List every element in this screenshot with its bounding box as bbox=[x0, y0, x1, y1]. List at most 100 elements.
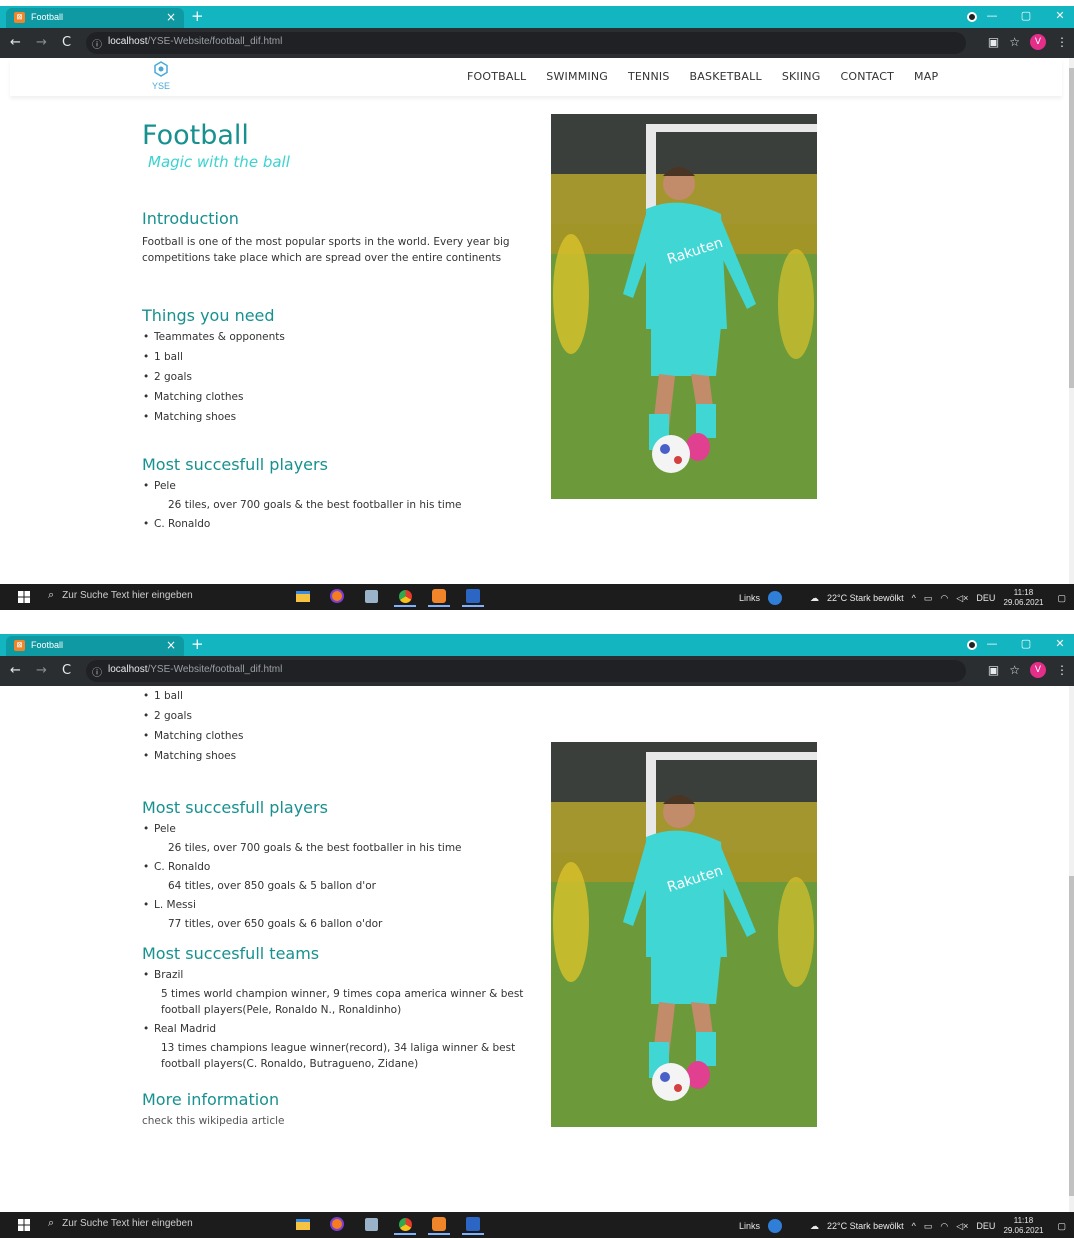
profile-avatar[interactable]: V bbox=[1030, 662, 1046, 678]
help-icon[interactable] bbox=[767, 1219, 782, 1233]
bookmark-star-icon[interactable]: ☆ bbox=[1009, 663, 1020, 677]
language-indicator[interactable]: DEU bbox=[976, 1221, 995, 1231]
translate-icon[interactable]: ▣ bbox=[988, 35, 999, 49]
chevron-up-icon[interactable]: ^ bbox=[912, 1221, 916, 1231]
bookmark-star-icon[interactable]: ☆ bbox=[1009, 35, 1020, 49]
xampp-icon[interactable] bbox=[428, 1215, 450, 1235]
scrollbar-thumb[interactable] bbox=[1069, 68, 1074, 388]
tab-football[interactable]: ⊠ Football × bbox=[6, 8, 184, 28]
menu-icon[interactable]: ⋮ bbox=[1056, 663, 1068, 677]
taskbar-search[interactable]: ⌕ Zur Suche Text hier eingeben bbox=[48, 588, 193, 602]
new-tab-icon[interactable]: + bbox=[191, 7, 204, 25]
list-item: 2 goals bbox=[142, 371, 542, 383]
help-icon[interactable] bbox=[767, 591, 782, 605]
nav-contact[interactable]: CONTACT bbox=[840, 70, 894, 83]
nav-football[interactable]: FOOTBALL bbox=[467, 70, 526, 83]
nav-map[interactable]: MAP bbox=[914, 70, 938, 83]
clock[interactable]: 11:18 29.06.2021 bbox=[1003, 1216, 1043, 1236]
chevron-up-icon[interactable]: ^ bbox=[912, 593, 916, 603]
nav-tennis[interactable]: TENNIS bbox=[628, 70, 670, 83]
firefox-icon[interactable] bbox=[326, 587, 348, 607]
separator bbox=[0, 610, 1074, 634]
close-tab-icon[interactable]: × bbox=[166, 10, 176, 24]
players-list: Pele bbox=[142, 480, 542, 492]
url-field[interactable]: ⓘ localhost/YSE-Website/football_dif.htm… bbox=[86, 32, 966, 54]
list-item: Matching shoes bbox=[142, 750, 542, 762]
nav-skiing[interactable]: SKIING bbox=[782, 70, 821, 83]
maximize-icon[interactable]: ▢ bbox=[1018, 637, 1034, 650]
info-icon[interactable]: ⓘ bbox=[92, 36, 102, 51]
record-icon[interactable] bbox=[967, 640, 977, 650]
weather-text[interactable]: 22°C Stark bewölkt bbox=[827, 1221, 904, 1231]
window-controls: — ▢ ✕ bbox=[984, 637, 1068, 650]
url-field[interactable]: ⓘ localhost/YSE-Website/football_dif.htm… bbox=[86, 660, 966, 682]
close-window-icon[interactable]: ✕ bbox=[1052, 9, 1068, 22]
chrome-icon[interactable] bbox=[394, 587, 416, 607]
file-explorer-icon[interactable] bbox=[292, 1215, 314, 1235]
notification-icon[interactable]: ▢ bbox=[1057, 1221, 1066, 1232]
close-tab-icon[interactable]: × bbox=[166, 638, 176, 652]
file-explorer-icon[interactable] bbox=[292, 587, 314, 607]
list-item: Matching shoes bbox=[142, 411, 542, 423]
notification-icon[interactable]: ▢ bbox=[1057, 593, 1066, 604]
list-item: Pele bbox=[142, 480, 542, 492]
windows-start-icon[interactable] bbox=[18, 591, 30, 603]
clock[interactable]: 11:18 29.06.2021 bbox=[1003, 588, 1043, 608]
scrollbar-thumb[interactable] bbox=[1069, 876, 1074, 1196]
wikipedia-link[interactable]: check this wikipedia article bbox=[142, 1115, 542, 1127]
app-icon[interactable] bbox=[360, 587, 382, 607]
translate-icon[interactable]: ▣ bbox=[988, 663, 999, 677]
reload-icon[interactable]: C bbox=[62, 35, 71, 50]
language-indicator[interactable]: DEU bbox=[976, 593, 995, 603]
site-logo[interactable]: YSE bbox=[150, 61, 172, 91]
search-placeholder: Zur Suche Text hier eingeben bbox=[62, 1217, 193, 1229]
minimize-icon[interactable]: — bbox=[984, 637, 1000, 650]
firefox-icon[interactable] bbox=[326, 1215, 348, 1235]
forward-icon[interactable]: → bbox=[36, 663, 47, 678]
url-text: localhost/YSE-Website/football_dif.html bbox=[108, 36, 283, 47]
wifi-icon[interactable]: ◠ bbox=[940, 1221, 948, 1232]
tab-football[interactable]: ⊠ Football × bbox=[6, 636, 184, 656]
nav-basketball[interactable]: BASKETBALL bbox=[690, 70, 762, 83]
close-window-icon[interactable]: ✕ bbox=[1052, 637, 1068, 650]
page-title: Football bbox=[142, 120, 249, 151]
windows-start-icon[interactable] bbox=[18, 1219, 30, 1231]
volume-icon[interactable]: ◁× bbox=[956, 593, 968, 604]
nav-swimming[interactable]: SWIMMING bbox=[546, 70, 608, 83]
players-list: Pele bbox=[142, 823, 542, 835]
new-tab-icon[interactable]: + bbox=[191, 635, 204, 653]
menu-icon[interactable]: ⋮ bbox=[1056, 35, 1068, 49]
page-scrollbar[interactable] bbox=[1069, 686, 1074, 1212]
player-image: Rakuten bbox=[551, 742, 817, 1127]
tab-bar: ⊠ Football × + — ▢ ✕ bbox=[0, 6, 1074, 28]
links-label[interactable]: Links bbox=[739, 1221, 760, 1231]
word-icon[interactable] bbox=[462, 1215, 484, 1235]
profile-avatar[interactable]: V bbox=[1030, 34, 1046, 50]
chrome-icon[interactable] bbox=[394, 1215, 416, 1235]
word-icon[interactable] bbox=[462, 587, 484, 607]
wifi-icon[interactable]: ◠ bbox=[940, 593, 948, 604]
record-icon[interactable] bbox=[967, 12, 977, 22]
taskbar-search[interactable]: ⌕ Zur Suche Text hier eingeben bbox=[48, 1216, 193, 1230]
xampp-icon[interactable] bbox=[428, 587, 450, 607]
minimize-icon[interactable]: — bbox=[984, 9, 1000, 22]
search-placeholder: Zur Suche Text hier eingeben bbox=[62, 589, 193, 601]
weather-text[interactable]: 22°C Stark bewölkt bbox=[827, 593, 904, 603]
forward-icon[interactable]: → bbox=[36, 35, 47, 50]
list-item: C. Ronaldo bbox=[142, 861, 542, 873]
back-icon[interactable]: ← bbox=[10, 663, 21, 678]
address-bar-actions: ▣ ☆ V ⋮ bbox=[988, 662, 1068, 678]
yse-logo-icon bbox=[154, 61, 168, 77]
app-icon[interactable] bbox=[360, 1215, 382, 1235]
volume-icon[interactable]: ◁× bbox=[956, 1221, 968, 1232]
teams-list: Real Madrid bbox=[142, 1023, 542, 1035]
info-icon[interactable]: ⓘ bbox=[92, 664, 102, 679]
links-label[interactable]: Links bbox=[739, 593, 760, 603]
maximize-icon[interactable]: ▢ bbox=[1018, 9, 1034, 22]
battery-icon[interactable]: ▭ bbox=[924, 593, 933, 604]
battery-icon[interactable]: ▭ bbox=[924, 1221, 933, 1232]
windows-taskbar: ⌕ Zur Suche Text hier eingeben Links ☁ 2… bbox=[0, 1212, 1074, 1238]
back-icon[interactable]: ← bbox=[10, 35, 21, 50]
page-scrollbar[interactable] bbox=[1069, 58, 1074, 584]
reload-icon[interactable]: C bbox=[62, 663, 71, 678]
